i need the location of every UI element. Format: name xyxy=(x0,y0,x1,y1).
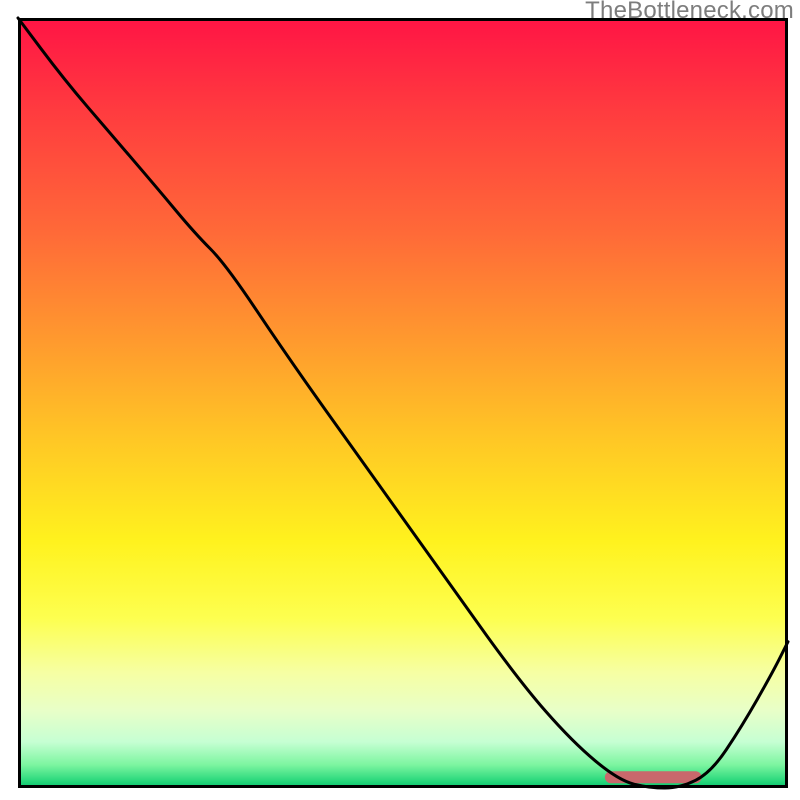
bottleneck-curve xyxy=(18,18,788,788)
plot-area xyxy=(18,18,788,788)
curve-layer xyxy=(18,18,788,788)
stage: TheBottleneck.com xyxy=(0,0,800,800)
